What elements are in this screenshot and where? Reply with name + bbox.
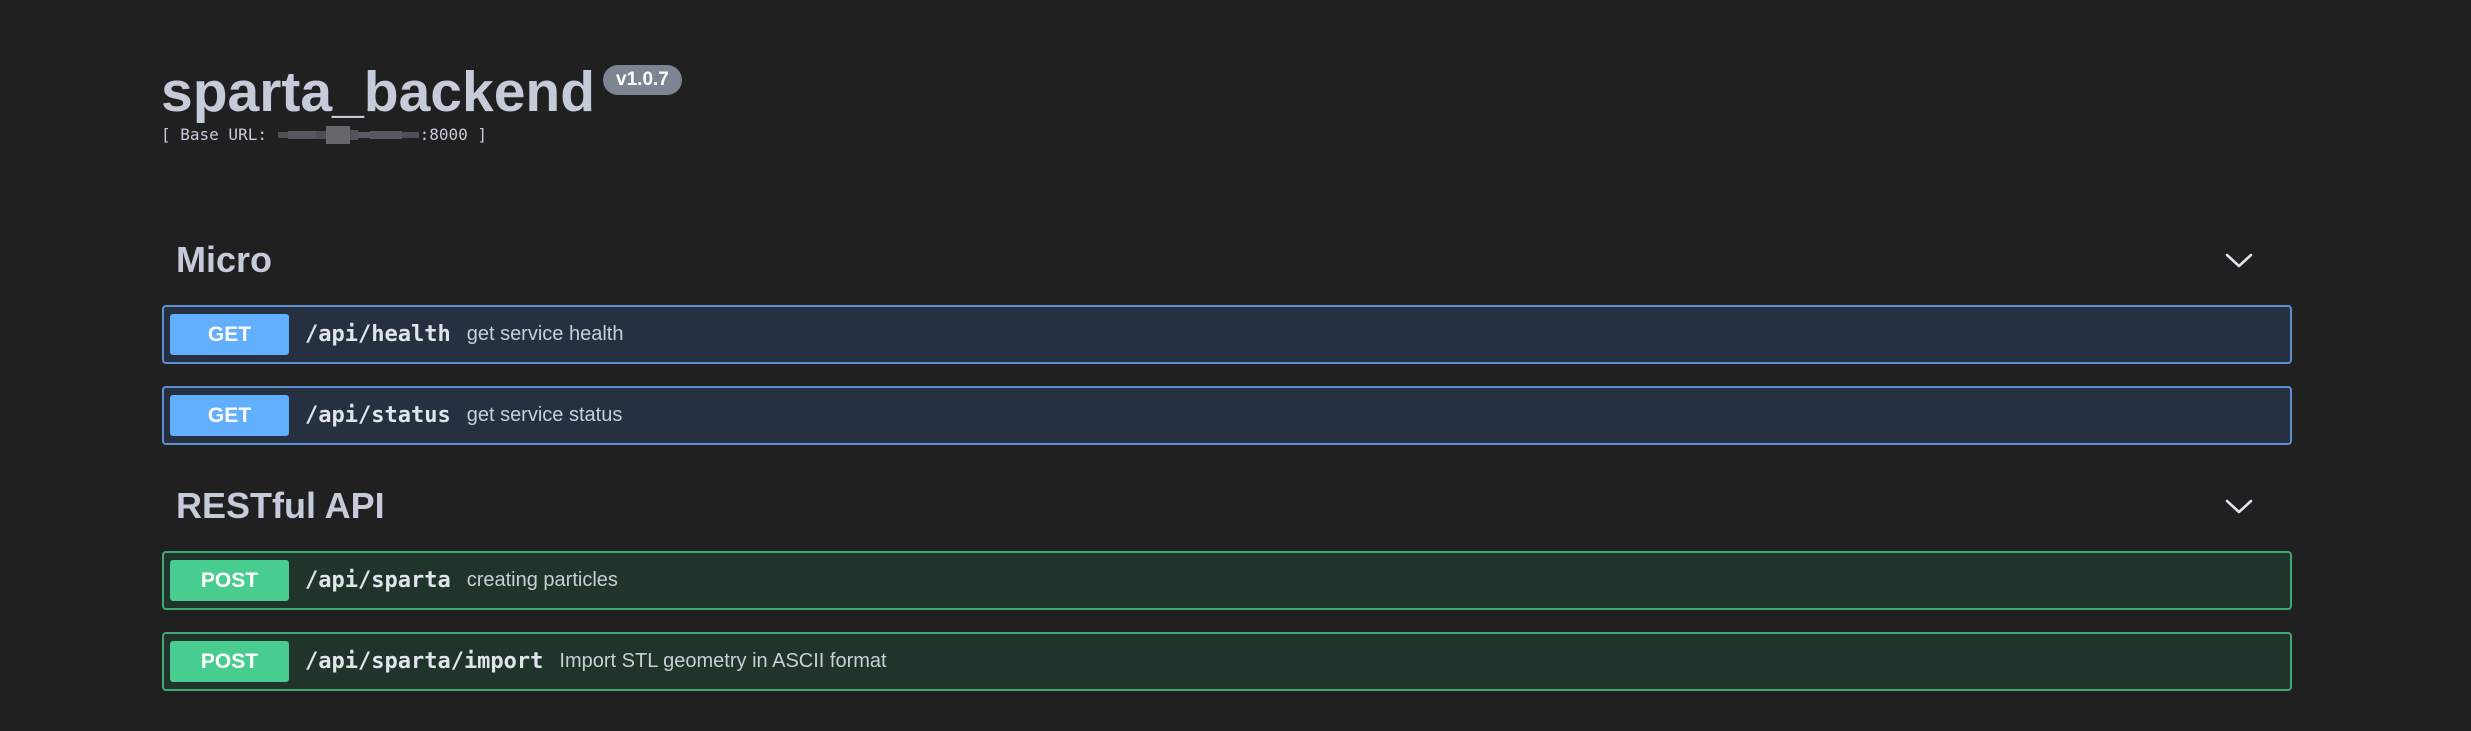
section-title: RESTful API bbox=[176, 485, 385, 526]
redacted-host bbox=[277, 126, 419, 144]
operation-summary: creating particles bbox=[466, 569, 618, 591]
chevron-down-icon[interactable] bbox=[2224, 248, 2254, 272]
version-badge: v1.0.7 bbox=[603, 65, 682, 95]
base-url-prefix: [ Base URL: bbox=[161, 125, 277, 144]
operation-post-sparta-import[interactable]: POST /api/sparta/import Import STL geome… bbox=[162, 632, 2292, 691]
operation-path: /api/status bbox=[305, 403, 451, 428]
section-header-restful-api[interactable]: RESTful API bbox=[162, 470, 2292, 540]
swagger-page: sparta_backend v1.0.7 [ Base URL: :8000 … bbox=[0, 0, 2471, 731]
section-micro: Micro bbox=[162, 224, 2292, 294]
method-badge: POST bbox=[170, 560, 289, 601]
operation-summary: get service health bbox=[466, 323, 624, 345]
operation-path: /api/health bbox=[305, 322, 451, 347]
operation-get-health[interactable]: GET /api/health get service health bbox=[162, 305, 2292, 364]
method-badge: POST bbox=[170, 641, 289, 682]
section-restful-api: RESTful API bbox=[162, 470, 2292, 540]
api-title: sparta_backend bbox=[161, 60, 596, 124]
method-badge: GET bbox=[170, 395, 289, 436]
operation-path: /api/sparta/import bbox=[305, 649, 544, 674]
api-title-row: sparta_backend v1.0.7 bbox=[161, 60, 682, 124]
operation-get-status[interactable]: GET /api/status get service status bbox=[162, 386, 2292, 445]
operation-summary: Import STL geometry in ASCII format bbox=[559, 650, 887, 672]
base-url-port: :8000 ] bbox=[419, 125, 488, 144]
section-title: Micro bbox=[176, 239, 273, 280]
base-url: [ Base URL: :8000 ] bbox=[161, 124, 487, 146]
operation-path: /api/sparta bbox=[305, 568, 451, 593]
chevron-down-icon[interactable] bbox=[2224, 494, 2254, 518]
operation-summary: get service status bbox=[466, 404, 623, 426]
section-header-micro[interactable]: Micro bbox=[162, 224, 2292, 294]
method-badge: GET bbox=[170, 314, 289, 355]
operation-post-sparta[interactable]: POST /api/sparta creating particles bbox=[162, 551, 2292, 610]
